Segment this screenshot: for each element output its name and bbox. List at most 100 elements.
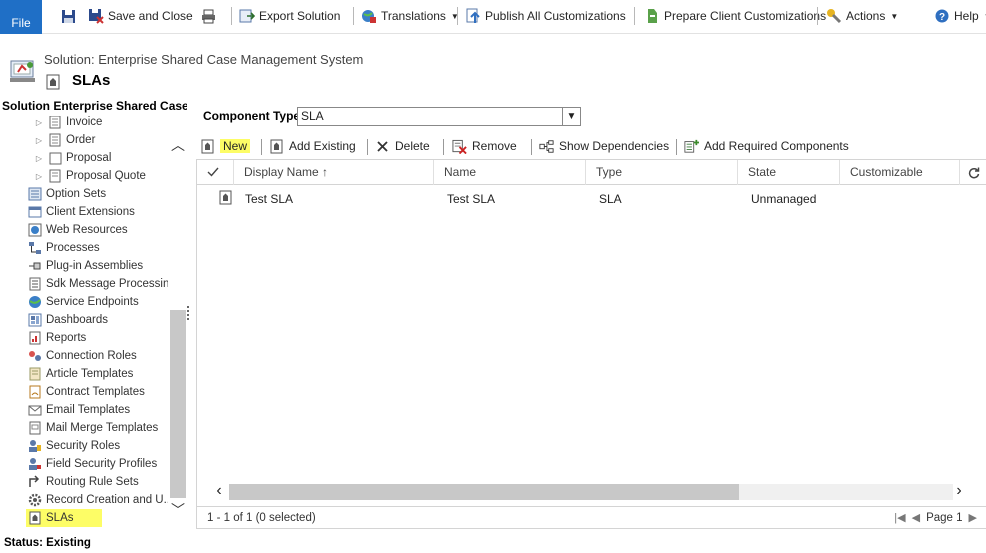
column-header-state[interactable]: State <box>737 160 839 185</box>
horizontal-scrollbar-thumb[interactable] <box>229 484 739 500</box>
document-icon <box>48 116 62 129</box>
web-resources-icon <box>28 223 42 237</box>
sidebar-item-order[interactable]: ▷ Order <box>34 131 95 149</box>
sidebar-item-label: Web Resources <box>46 224 128 236</box>
add-required-icon <box>684 139 699 154</box>
column-header-name[interactable]: Name <box>433 160 585 185</box>
sidebar-item-field-security-profiles[interactable]: Field Security Profiles <box>28 455 157 473</box>
nav-scroll-up-arrow[interactable]: ︿ <box>170 137 186 153</box>
horizontal-scrollbar[interactable] <box>229 484 953 500</box>
scroll-right-arrow[interactable]: › <box>951 482 967 500</box>
sidebar-item-label: Reports <box>46 332 87 344</box>
sidebar-item-routing-rule-sets[interactable]: Routing Rule Sets <box>28 473 139 491</box>
print-button[interactable] <box>200 6 216 26</box>
column-header-display-name[interactable]: Display Name ↑ <box>233 160 433 185</box>
column-header-type[interactable]: Type <box>585 160 737 185</box>
print-icon <box>200 8 216 24</box>
sidebar-item-proposal[interactable]: ▷ Proposal <box>34 149 111 167</box>
select-all-checkbox[interactable] <box>197 160 233 185</box>
previous-page-icon[interactable]: ◀ <box>912 511 920 524</box>
sidebar-item-web-resources[interactable]: Web Resources <box>28 221 128 239</box>
cell-name: Test SLA <box>447 192 496 206</box>
sla-icon <box>46 74 60 90</box>
first-page-icon[interactable]: |◀ <box>894 511 905 524</box>
proposal-icon <box>48 151 62 165</box>
export-icon <box>239 8 255 24</box>
new-button[interactable]: New <box>200 137 251 155</box>
sidebar-item-article-templates[interactable]: Article Templates <box>28 365 133 383</box>
nav-scrollbar-thumb[interactable] <box>170 310 186 498</box>
sidebar-item-reports[interactable]: Reports <box>28 329 86 347</box>
article-icon <box>28 367 42 381</box>
sidebar-item-slas[interactable]: SLAs <box>26 509 102 527</box>
save-button[interactable] <box>60 6 76 26</box>
sidebar-item-label: Sdk Message Processing... <box>46 278 170 290</box>
toolbar-separator <box>443 139 444 155</box>
save-and-close-button[interactable]: Save and Close <box>88 6 193 26</box>
gear-icon <box>28 493 42 507</box>
cell-state: Unmanaged <box>751 192 817 206</box>
sidebar-item-plug-in-assemblies[interactable]: Plug-in Assemblies <box>28 257 143 275</box>
sidebar-item-option-sets[interactable]: Option Sets <box>28 185 106 203</box>
translations-menu[interactable]: Translations ▼ <box>361 6 459 26</box>
publish-icon <box>465 8 481 24</box>
chevron-down-icon[interactable]: ▼ <box>562 108 580 125</box>
sidebar-item-sdk-message-processing[interactable]: Sdk Message Processing... <box>28 275 170 293</box>
expand-arrow-icon[interactable]: ▷ <box>34 154 44 163</box>
expand-arrow-icon[interactable]: ▷ <box>34 118 44 127</box>
expand-arrow-icon[interactable]: ▷ <box>34 136 44 145</box>
sidebar-item-service-endpoints[interactable]: Service Endpoints <box>28 293 139 311</box>
sidebar-item-label: Security Roles <box>46 440 121 452</box>
sidebar-item-processes[interactable]: Processes <box>28 239 100 257</box>
remove-icon <box>452 139 467 154</box>
refresh-icon[interactable] <box>959 160 986 185</box>
sidebar-item-invoice[interactable]: ▷ Invoice <box>34 116 102 131</box>
nav-scroll-down-arrow[interactable]: ﹀ <box>170 502 186 518</box>
scroll-left-arrow[interactable]: ‹ <box>211 482 227 500</box>
order-icon <box>48 133 62 147</box>
pager: |◀ ◀ Page 1 ▶ <box>894 511 977 525</box>
show-dependencies-button[interactable]: Show Dependencies <box>539 137 669 155</box>
publish-all-button[interactable]: Publish All Customizations <box>465 6 626 26</box>
sla-icon <box>200 139 215 154</box>
cell-display-name[interactable]: Test SLA <box>245 188 293 210</box>
new-label: New <box>220 139 251 153</box>
prepare-client-button[interactable]: Prepare Client Customizations <box>644 6 826 26</box>
pane-splitter[interactable] <box>186 304 190 324</box>
actions-menu[interactable]: Actions ▼ <box>826 6 898 26</box>
add-required-components-button[interactable]: Add Required Components <box>684 137 849 155</box>
component-type-select[interactable]: SLA ▼ <box>297 107 581 126</box>
translations-icon <box>361 8 377 24</box>
sidebar-item-record-creation-and-u[interactable]: Record Creation and U... <box>28 491 170 509</box>
sidebar-item-email-templates[interactable]: Email Templates <box>28 401 130 419</box>
sidebar-item-contract-templates[interactable]: Contract Templates <box>28 383 145 401</box>
sidebar-item-connection-roles[interactable]: Connection Roles <box>28 347 137 365</box>
sidebar-item-label: Record Creation and U... <box>46 494 170 506</box>
remove-label: Remove <box>472 139 517 153</box>
sidebar-item-label: Client Extensions <box>46 206 135 218</box>
toolbar-separator <box>367 139 368 155</box>
quote-icon <box>48 169 62 183</box>
sidebar-item-client-extensions[interactable]: Client Extensions <box>28 203 135 221</box>
help-menu[interactable]: ? Help ▼ <box>934 6 986 26</box>
sidebar-item-security-roles[interactable]: Security Roles <box>28 437 120 455</box>
cell-type: SLA <box>599 192 622 206</box>
sidebar-item-label: Mail Merge Templates <box>46 422 159 434</box>
ribbon-separator <box>457 7 458 25</box>
column-header-customizable[interactable]: Customizable <box>839 160 959 185</box>
export-solution-button[interactable]: Export Solution <box>239 6 340 26</box>
expand-arrow-icon[interactable]: ▷ <box>34 172 44 181</box>
file-button[interactable]: File <box>0 0 42 34</box>
next-page-icon[interactable]: ▶ <box>969 511 977 524</box>
sidebar-item-proposal-quote[interactable]: ▷ Proposal Quote <box>34 167 146 185</box>
record-count: 1 - 1 of 1 (0 selected) <box>207 512 316 524</box>
remove-button[interactable]: Remove <box>452 137 517 155</box>
sidebar-item-dashboards[interactable]: Dashboards <box>28 311 108 329</box>
table-row[interactable]: Test SLA Test SLA SLA Unmanaged <box>197 188 986 210</box>
delete-button[interactable]: Delete <box>375 137 430 155</box>
actions-icon <box>826 8 842 24</box>
solution-icon <box>9 58 37 86</box>
sidebar-item-mail-merge-templates[interactable]: Mail Merge Templates <box>28 419 158 437</box>
help-label: Help <box>954 9 979 23</box>
add-existing-button[interactable]: Add Existing <box>269 137 356 155</box>
